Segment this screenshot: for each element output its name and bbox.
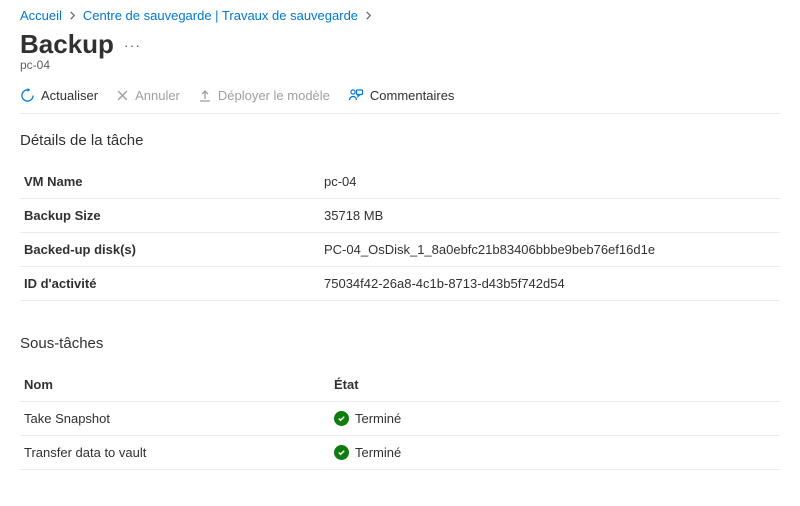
- comments-button[interactable]: Commentaires: [348, 86, 455, 105]
- detail-label: Backup Size: [20, 199, 320, 233]
- detail-label: ID d'activité: [20, 267, 320, 301]
- title-row: Backup ···: [20, 29, 780, 60]
- subtasks-heading: Sous-tâches: [20, 335, 780, 352]
- subtask-state-label: Terminé: [355, 445, 401, 460]
- person-comment-icon: [348, 88, 364, 103]
- cancel-button[interactable]: Annuler: [116, 86, 180, 105]
- more-actions-button[interactable]: ···: [124, 37, 141, 53]
- subtask-row: Take Snapshot Terminé: [20, 402, 780, 436]
- detail-row: Backed-up disk(s) PC-04_OsDisk_1_8a0ebfc…: [20, 233, 780, 267]
- subtask-state-label: Terminé: [355, 411, 401, 426]
- close-icon: [116, 89, 129, 102]
- details-heading: Détails de la tâche: [20, 132, 780, 149]
- subtask-name: Take Snapshot: [20, 402, 330, 436]
- page-title: Backup: [20, 29, 114, 60]
- refresh-icon: [20, 88, 35, 103]
- detail-label: VM Name: [20, 165, 320, 199]
- comments-label: Commentaires: [370, 88, 455, 103]
- detail-value: 75034f42-26a8-4c1b-8713-d43b5f742d54: [320, 267, 780, 301]
- chevron-right-icon: [68, 11, 77, 20]
- detail-value: 35718 MB: [320, 199, 780, 233]
- detail-value: pc-04: [320, 165, 780, 199]
- detail-row: VM Name pc-04: [20, 165, 780, 199]
- toolbar: Actualiser Annuler Déployer le modèle Co…: [20, 86, 780, 114]
- subtask-row: Transfer data to vault Terminé: [20, 436, 780, 470]
- success-icon: [334, 411, 349, 426]
- breadcrumb-home[interactable]: Accueil: [20, 8, 62, 23]
- detail-row: ID d'activité 75034f42-26a8-4c1b-8713-d4…: [20, 267, 780, 301]
- refresh-label: Actualiser: [41, 88, 98, 103]
- refresh-button[interactable]: Actualiser: [20, 86, 98, 105]
- deploy-template-button[interactable]: Déployer le modèle: [198, 86, 330, 105]
- page-subtitle: pc-04: [20, 58, 780, 72]
- subtask-status: Terminé: [334, 411, 776, 426]
- detail-row: Backup Size 35718 MB: [20, 199, 780, 233]
- subtask-name: Transfer data to vault: [20, 436, 330, 470]
- subtasks-col-state: État: [330, 368, 780, 402]
- details-table: VM Name pc-04 Backup Size 35718 MB Backe…: [20, 165, 780, 301]
- breadcrumb-center[interactable]: Centre de sauvegarde | Travaux de sauveg…: [83, 8, 358, 23]
- subtasks-col-name: Nom: [20, 368, 330, 402]
- deploy-label: Déployer le modèle: [218, 88, 330, 103]
- chevron-right-icon: [364, 11, 373, 20]
- cancel-label: Annuler: [135, 88, 180, 103]
- subtask-status: Terminé: [334, 445, 776, 460]
- upload-icon: [198, 89, 212, 103]
- detail-value: PC-04_OsDisk_1_8a0ebfc21b83406bbbe9beb76…: [320, 233, 780, 267]
- detail-label: Backed-up disk(s): [20, 233, 320, 267]
- success-icon: [334, 445, 349, 460]
- subtasks-table: Nom État Take Snapshot Terminé Transfer …: [20, 368, 780, 470]
- breadcrumb: Accueil Centre de sauvegarde | Travaux d…: [20, 8, 780, 23]
